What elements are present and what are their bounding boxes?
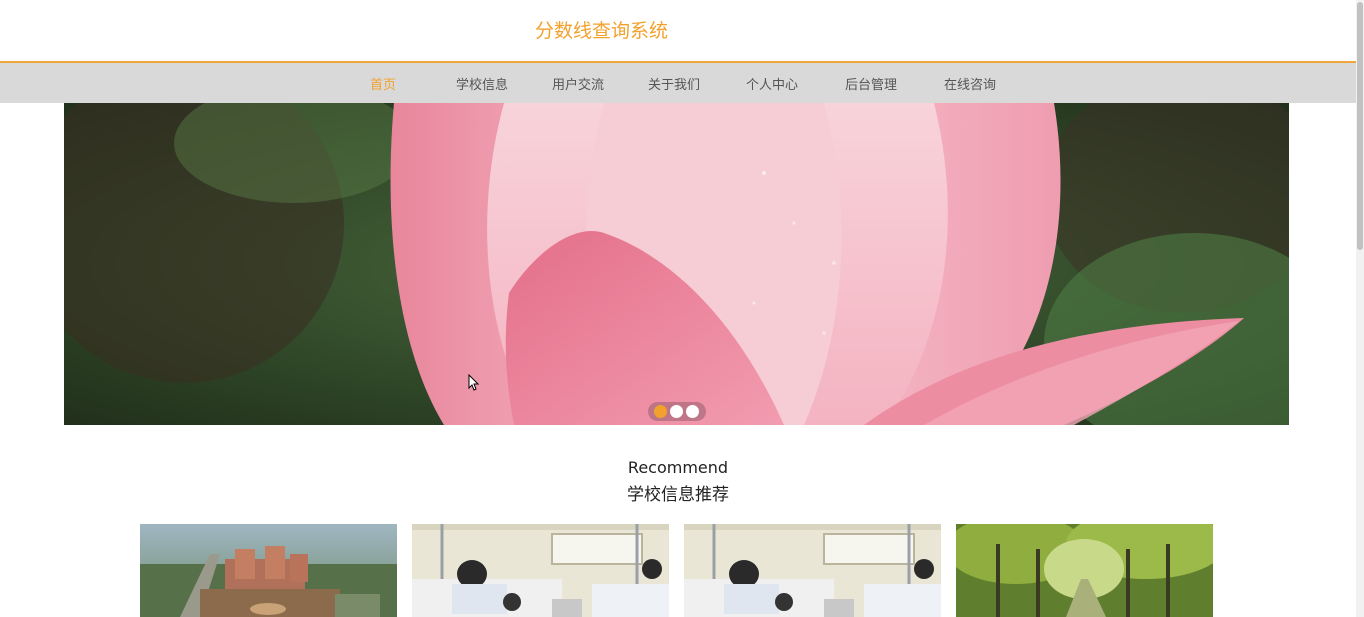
nav-item-personal-center[interactable]: 个人中心: [746, 74, 798, 93]
carousel-dot-2[interactable]: [670, 405, 683, 418]
recommend-card-2[interactable]: [412, 524, 669, 617]
nav-item-home[interactable]: 首页: [370, 74, 396, 93]
recommend-card-1[interactable]: [140, 524, 397, 617]
nav-item-about-us[interactable]: 关于我们: [648, 74, 700, 93]
lotus-banner-image: [64, 103, 1289, 425]
dormitory-image: [412, 524, 669, 617]
dormitory-image: [684, 524, 941, 617]
carousel-indicators: [648, 402, 706, 421]
scrollbar-thumb[interactable]: [1357, 2, 1363, 250]
site-title[interactable]: 分数线查询系统: [535, 16, 668, 43]
recommend-card-3[interactable]: [684, 524, 941, 617]
carousel-dot-1[interactable]: [654, 405, 667, 418]
nav-item-user-exchange[interactable]: 用户交流: [552, 74, 604, 93]
main-nav: 首页 学校信息 用户交流 关于我们 个人中心 后台管理 在线咨询: [0, 63, 1356, 103]
tree-lined-road-image: [956, 524, 1213, 617]
recommend-title-en: Recommend: [627, 458, 729, 477]
banner-carousel[interactable]: [64, 103, 1289, 425]
nav-item-online-consult[interactable]: 在线咨询: [944, 74, 996, 93]
carousel-dot-3[interactable]: [686, 405, 699, 418]
page-scrollbar[interactable]: [1356, 0, 1364, 617]
site-header: 分数线查询系统: [0, 0, 1356, 63]
mouse-cursor-icon: [468, 373, 480, 396]
recommend-title-cn: 学校信息推荐: [627, 485, 729, 505]
campus-aerial-image: [140, 524, 397, 617]
nav-item-school-info[interactable]: 学校信息: [456, 74, 508, 93]
recommend-card-4[interactable]: [956, 524, 1213, 617]
nav-item-admin[interactable]: 后台管理: [845, 74, 897, 93]
